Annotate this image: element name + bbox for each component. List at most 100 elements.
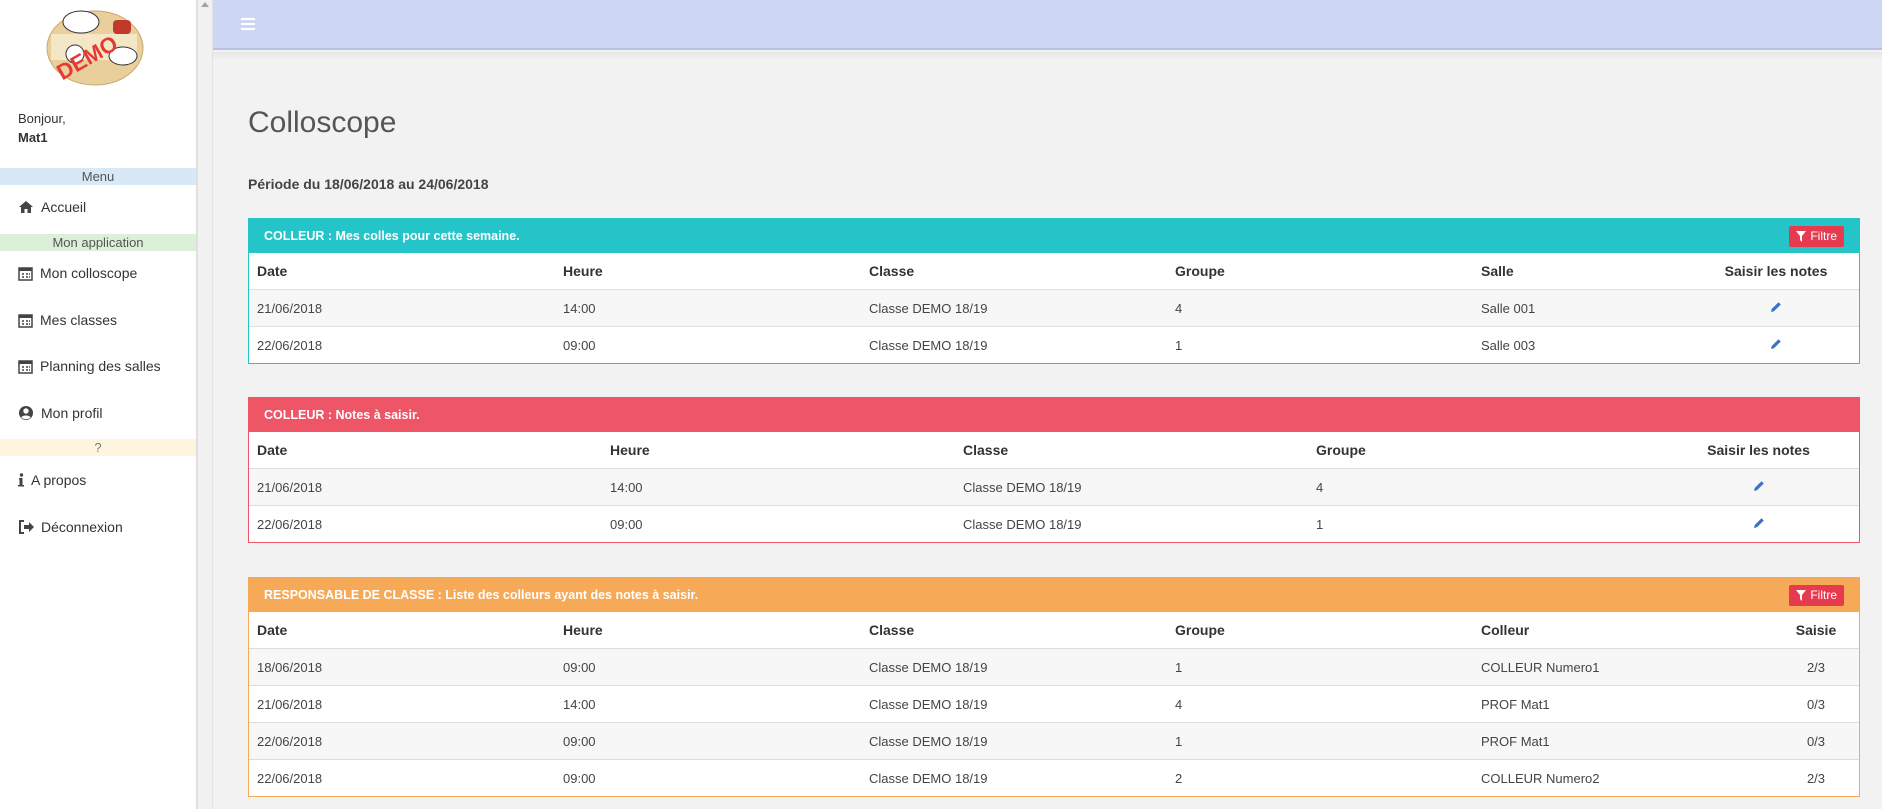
table-cell: Salle 003: [1473, 326, 1693, 363]
sidebar-item-apropos[interactable]: A propos: [18, 472, 86, 488]
table-cell: 22/06/2018: [249, 326, 555, 363]
sidebar-item-label: Mon colloscope: [40, 265, 138, 281]
table-cell: PROF Mat1: [1473, 685, 1773, 723]
table-cell: 1: [1167, 648, 1473, 686]
column-header: Heure: [563, 263, 603, 279]
filter-label: Filtre: [1810, 229, 1837, 243]
table-cell: Classe DEMO 18/19: [861, 685, 1167, 723]
pencil-icon[interactable]: [1753, 517, 1765, 532]
panel-title: COLLEUR : Notes à saisir.: [264, 408, 420, 422]
panel-title: COLLEUR : Mes colles pour cette semaine.: [264, 229, 520, 243]
sidebar-item-accueil[interactable]: Accueil: [18, 199, 86, 215]
pencil-icon[interactable]: [1770, 301, 1782, 316]
column-header: Classe: [869, 263, 915, 279]
column-header: Classe: [869, 622, 915, 638]
table-cell: 09:00: [555, 326, 861, 363]
column-header: Groupe: [1175, 622, 1225, 638]
sidebar-item-label: Mes classes: [40, 312, 118, 328]
table-cell: 0/3: [1773, 685, 1859, 723]
colles-table: Date Heure Classe Groupe Salle Saisir le…: [249, 253, 1859, 363]
pencil-icon[interactable]: [1770, 338, 1782, 353]
table-cell: 0/3: [1773, 722, 1859, 760]
edit-cell: [1693, 326, 1859, 363]
table-cell: 1: [1167, 326, 1473, 363]
column-header: Groupe: [1175, 263, 1225, 279]
column-header: Groupe: [1316, 442, 1366, 458]
pencil-icon[interactable]: [1753, 480, 1765, 495]
table-cell: Classe DEMO 18/19: [861, 648, 1167, 686]
table-cell: Classe DEMO 18/19: [861, 722, 1167, 760]
sidebar-scrollbar[interactable]: [197, 0, 213, 809]
edit-cell: [1658, 505, 1859, 542]
table-cell: 22/06/2018: [249, 722, 555, 760]
edit-cell: [1693, 289, 1859, 327]
column-header: Saisie: [1795, 622, 1837, 638]
calendar-icon: [18, 359, 33, 374]
calendar-icon: [18, 266, 33, 281]
table-row: 18/06/2018 09:00 Classe DEMO 18/19 1 COL…: [249, 648, 1859, 686]
filter-label: Filtre: [1810, 588, 1837, 602]
table-cell: Classe DEMO 18/19: [955, 505, 1308, 542]
page-title: Colloscope: [248, 106, 397, 139]
hamburger-menu-icon[interactable]: [241, 18, 255, 30]
topbar-shadow: [213, 52, 1882, 60]
column-header: Classe: [963, 442, 1009, 458]
user-greeting: Bonjour, Mat1: [18, 109, 66, 147]
sidebar: DEMO Bonjour, Mat1 Menu Accueil Mon appl…: [0, 0, 197, 809]
filter-icon: [1796, 231, 1807, 242]
table-cell: 21/06/2018: [249, 468, 602, 506]
table-cell: 22/06/2018: [249, 759, 555, 796]
table-header-row: Date Heure Classe Groupe Salle Saisir le…: [249, 253, 1859, 290]
sidebar-item-colloscope[interactable]: Mon colloscope: [18, 265, 137, 281]
sign-out-icon: [19, 520, 34, 534]
table-cell: 4: [1308, 468, 1658, 506]
panel-header: COLLEUR : Mes colles pour cette semaine.…: [249, 219, 1859, 253]
home-icon: [19, 201, 33, 213]
table-cell: 09:00: [555, 759, 861, 796]
sidebar-item-deconnexion[interactable]: Déconnexion: [18, 519, 123, 535]
scroll-up-arrow-icon[interactable]: [201, 2, 209, 7]
table-row: 22/06/2018 09:00 Classe DEMO 18/19 1 PRO…: [249, 722, 1859, 760]
table-row: 21/06/2018 14:00 Classe DEMO 18/19 4: [249, 468, 1859, 506]
section-app: Mon application: [0, 234, 196, 251]
sidebar-item-profil[interactable]: Mon profil: [18, 405, 102, 421]
table-cell: 21/06/2018: [249, 685, 555, 723]
table-row: 22/06/2018 09:00 Classe DEMO 18/19 1 Sal…: [249, 326, 1859, 363]
table-header-row: Date Heure Classe Groupe Colleur Saisie: [249, 612, 1859, 649]
panel-header: RESPONSABLE DE CLASSE : Liste des colleu…: [249, 578, 1859, 612]
column-header: Heure: [610, 442, 650, 458]
table-cell: 2: [1167, 759, 1473, 796]
notes-table: Date Heure Classe Groupe Saisir les note…: [249, 432, 1859, 542]
table-row: 22/06/2018 09:00 Classe DEMO 18/19 2 COL…: [249, 759, 1859, 796]
column-header: Saisir les notes: [1724, 263, 1828, 279]
periode-text: Période du 18/06/2018 au 24/06/2018: [248, 176, 489, 192]
responsable-table: Date Heure Classe Groupe Colleur Saisie …: [249, 612, 1859, 796]
table-cell: 18/06/2018: [249, 648, 555, 686]
panel-mes-colles: COLLEUR : Mes colles pour cette semaine.…: [248, 218, 1860, 364]
table-cell: 14:00: [602, 468, 955, 506]
table-cell: Classe DEMO 18/19: [861, 289, 1167, 327]
column-header: Salle: [1481, 263, 1514, 279]
table-cell: Classe DEMO 18/19: [861, 326, 1167, 363]
sidebar-item-label: Accueil: [41, 199, 87, 215]
panel-header: COLLEUR : Notes à saisir.: [249, 398, 1859, 432]
top-navbar: [213, 0, 1882, 50]
sidebar-item-label: Planning des salles: [40, 358, 161, 374]
filter-button[interactable]: Filtre: [1789, 585, 1844, 606]
edit-cell: [1658, 468, 1859, 506]
sidebar-item-planning-salles[interactable]: Planning des salles: [18, 358, 161, 374]
table-cell: 1: [1167, 722, 1473, 760]
sidebar-item-label: A propos: [31, 472, 87, 488]
column-header: Saisir les notes: [1707, 442, 1810, 458]
table-cell: 1: [1308, 505, 1658, 542]
section-help: ?: [0, 439, 196, 456]
sidebar-item-classes[interactable]: Mes classes: [18, 312, 117, 328]
table-row: 21/06/2018 14:00 Classe DEMO 18/19 4 PRO…: [249, 685, 1859, 723]
table-cell: 09:00: [602, 505, 955, 542]
table-cell: 14:00: [555, 289, 861, 327]
table-cell: 2/3: [1773, 759, 1859, 796]
filter-button[interactable]: Filtre: [1789, 226, 1844, 247]
table-cell: 2/3: [1773, 648, 1859, 686]
table-cell: 09:00: [555, 722, 861, 760]
section-menu: Menu: [0, 168, 196, 185]
